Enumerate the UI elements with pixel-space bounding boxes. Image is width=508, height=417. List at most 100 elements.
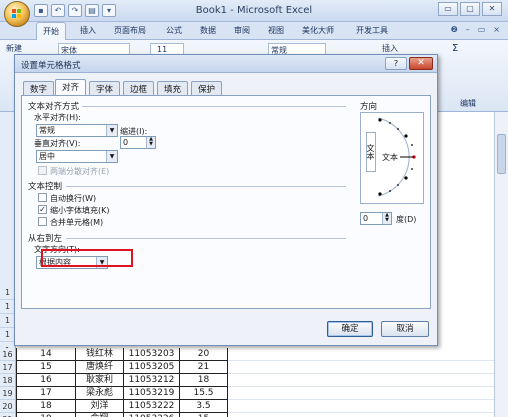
ribbon-tab-review[interactable]: 审阅 xyxy=(234,25,250,36)
autosum-icon[interactable]: Σ xyxy=(452,43,458,54)
maximize-button[interactable]: ▢ xyxy=(460,2,480,16)
ribbon-tab-developer[interactable]: 开发工具 xyxy=(356,25,388,36)
table-cell[interactable]: 18 xyxy=(180,374,228,387)
ribbon-tab-data[interactable]: 数据 xyxy=(200,25,216,36)
table-cell[interactable]: 11053203 xyxy=(124,348,180,361)
distributed-checkbox[interactable] xyxy=(38,166,47,175)
editing-group-label: 编辑 xyxy=(460,99,476,108)
tab-protection[interactable]: 保护 xyxy=(191,81,223,95)
chevron-down-icon[interactable]: ▼ xyxy=(106,125,117,136)
vertical-text-toggle[interactable]: 文本 xyxy=(366,132,376,172)
scrollbar-thumb[interactable] xyxy=(497,134,506,174)
format-cells-dialog: 设置单元格格式 ? ✕ 数字 对齐 字体 边框 填充 保护 文本对齐方式 水平对… xyxy=(14,54,438,346)
indent-value: 0 xyxy=(123,138,129,147)
ribbon-tab-beautify[interactable]: 美化大师 xyxy=(302,25,334,36)
shrink-to-fit-label: 缩小字体填充(K) xyxy=(50,206,110,215)
table-cell[interactable]: 21 xyxy=(180,361,228,374)
table-cell[interactable]: 18 xyxy=(16,400,76,413)
table-cell[interactable]: 11053212 xyxy=(124,374,180,387)
vertical-alignment-label: 垂直对齐(V): xyxy=(34,139,81,148)
ribbon-tab-page-layout[interactable]: 页面布局 xyxy=(114,25,146,36)
table-cell[interactable]: 耿家利 xyxy=(76,374,124,387)
ribbon-tab-formulas[interactable]: 公式 xyxy=(166,25,182,36)
degrees-label: 度(D) xyxy=(396,215,417,224)
orientation-text-sample: 文本 xyxy=(382,153,398,162)
table-cell[interactable]: 19 xyxy=(16,413,76,417)
table-cell[interactable]: 16 xyxy=(16,374,76,387)
vertical-alignment-value: 居中 xyxy=(39,152,55,161)
ribbon-close-icon[interactable]: × xyxy=(493,25,500,34)
text-alignment-group-label: 文本对齐方式 xyxy=(28,102,80,112)
font-size-value: 11 xyxy=(157,45,168,54)
spinner-arrows-icon[interactable]: ▲ ▼ xyxy=(382,213,391,224)
table-cell[interactable]: 20 xyxy=(180,348,228,361)
ribbon-restore-icon[interactable]: ▭ xyxy=(478,25,486,34)
ribbon-minimize-icon[interactable]: – xyxy=(466,25,470,34)
office-button[interactable] xyxy=(4,1,30,27)
ribbon-help-controls: ❷ – ▭ × xyxy=(451,25,500,34)
degrees-spinner[interactable]: 0 ▲ ▼ xyxy=(360,212,392,225)
ribbon-tab-insert[interactable]: 插入 xyxy=(80,25,96,36)
insert-cells-button[interactable]: 插入 xyxy=(382,43,398,54)
group-divider xyxy=(66,186,346,187)
row-header-18[interactable]: 18 xyxy=(0,374,16,387)
table-cell[interactable]: 15 xyxy=(180,413,228,417)
cancel-button[interactable]: 取消 xyxy=(381,321,429,337)
dialog-title-bar[interactable]: 设置单元格格式 ? ✕ xyxy=(15,55,437,73)
table-cell[interactable]: 钱红林 xyxy=(76,348,124,361)
highlight-box xyxy=(41,249,133,267)
dialog-title: 设置单元格格式 xyxy=(21,61,81,71)
spinner-arrows-icon[interactable]: ▲ ▼ xyxy=(146,137,155,148)
table-cell[interactable]: 刘洋 xyxy=(76,400,124,413)
table-cell[interactable]: 俞翔 xyxy=(76,413,124,417)
table-cell[interactable]: 15 xyxy=(16,361,76,374)
table-cell[interactable]: 11053219 xyxy=(124,387,180,400)
new-button[interactable]: 新建 xyxy=(6,43,22,54)
orientation-label: 方向 xyxy=(360,102,378,112)
window-controls: ▭ ▢ ✕ xyxy=(438,2,502,16)
table-cell[interactable]: 唐焕纤 xyxy=(76,361,124,374)
row-header-19[interactable]: 19 xyxy=(0,387,16,400)
table-cell[interactable]: 15.5 xyxy=(180,387,228,400)
ok-button[interactable]: 确定 xyxy=(327,321,373,337)
degrees-value: 0 xyxy=(363,214,369,223)
table-cell[interactable]: 11053226 xyxy=(124,413,180,417)
horizontal-alignment-select[interactable]: 常规 ▼ xyxy=(36,124,118,137)
row-header-17[interactable]: 17 xyxy=(0,361,16,374)
table-cell[interactable]: 11053222 xyxy=(124,400,180,413)
ribbon-tab-view[interactable]: 视图 xyxy=(268,25,284,36)
distributed-label: 两端分散对齐(E) xyxy=(50,167,110,176)
help-icon[interactable]: ❷ xyxy=(451,25,458,34)
vertical-alignment-select[interactable]: 居中 ▼ xyxy=(36,150,118,163)
tab-font[interactable]: 字体 xyxy=(89,81,121,95)
group-divider xyxy=(82,106,346,107)
alignment-panel: 文本对齐方式 水平对齐(H): 常规 ▼ 缩进(I): 0 ▲ ▼ 垂直对齐(V)… xyxy=(21,95,431,309)
dialog-close-button[interactable]: ✕ xyxy=(409,57,433,70)
title-bar: ▪ ↶ ↷ ▤ ▾ Book1 - Microsoft Excel ▭ ▢ ✕ xyxy=(0,0,508,27)
indent-spinner[interactable]: 0 ▲ ▼ xyxy=(120,136,156,149)
chevron-down-icon[interactable]: ▼ xyxy=(106,151,117,162)
minimize-button[interactable]: ▭ xyxy=(438,2,458,16)
horizontal-alignment-label: 水平对齐(H): xyxy=(34,113,81,122)
tab-fill[interactable]: 填充 xyxy=(157,81,189,95)
tab-alignment[interactable]: 对齐 xyxy=(55,79,87,95)
table-cell[interactable]: 3.5 xyxy=(180,400,228,413)
shrink-to-fit-checkbox[interactable]: ✓ xyxy=(38,205,47,214)
table-cell[interactable]: 17 xyxy=(16,387,76,400)
row-header-16[interactable]: 16 xyxy=(0,348,16,361)
table-cell[interactable]: 11053205 xyxy=(124,361,180,374)
merge-cells-checkbox[interactable] xyxy=(38,217,47,226)
text-control-group-label: 文本控制 xyxy=(28,182,63,192)
close-button[interactable]: ✕ xyxy=(482,2,502,16)
tab-border[interactable]: 边框 xyxy=(123,81,155,95)
row-header-20[interactable]: 20 xyxy=(0,400,16,413)
wrap-text-checkbox[interactable] xyxy=(38,193,47,202)
ribbon-tab-bar: 开始 插入 页面布局 公式 数据 审阅 视图 美化大师 开发工具 ❷ – ▭ × xyxy=(0,22,508,40)
vertical-scrollbar[interactable] xyxy=(494,112,508,417)
table-cell[interactable]: 梁永彪 xyxy=(76,387,124,400)
table-cell[interactable]: 14 xyxy=(16,348,76,361)
ribbon-tab-home[interactable]: 开始 xyxy=(36,22,66,40)
row-header-21[interactable]: 21 xyxy=(0,413,16,417)
tab-number[interactable]: 数字 xyxy=(23,81,55,95)
help-button[interactable]: ? xyxy=(385,57,407,70)
